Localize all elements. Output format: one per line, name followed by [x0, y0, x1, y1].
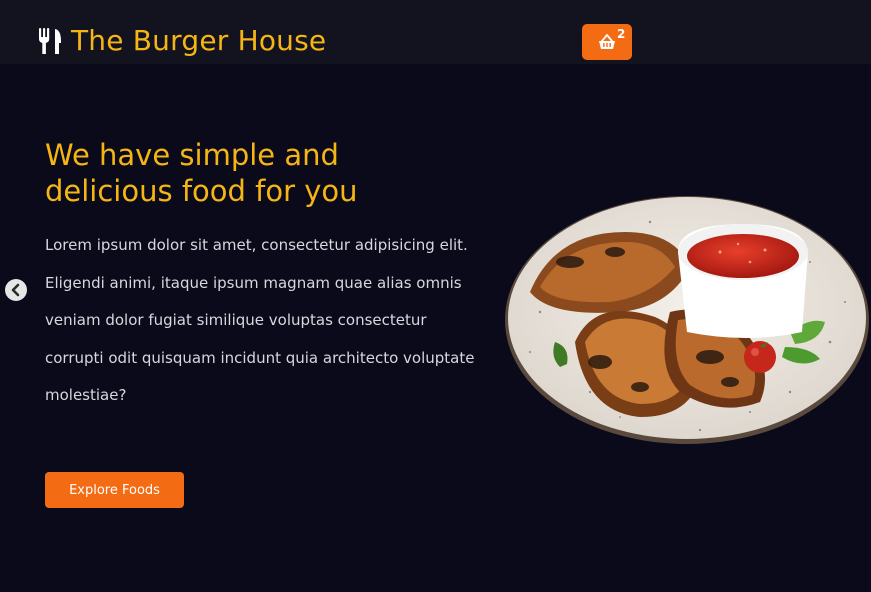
- navbar: The Burger House 2: [0, 0, 871, 64]
- brand-name: The Burger House: [71, 24, 327, 57]
- chevron-left-icon: [11, 283, 20, 297]
- slider-prev-button[interactable]: [5, 279, 27, 301]
- hero-headline: We have simple and delicious food for yo…: [45, 138, 358, 208]
- cart-count-badge: 2: [617, 27, 626, 41]
- brand[interactable]: The Burger House: [38, 22, 326, 60]
- hero-description: Lorem ipsum dolor sit amet, consectetur …: [45, 236, 475, 404]
- fork-knife-icon: [39, 28, 61, 54]
- chicken-wings-plate-image: [505, 196, 869, 444]
- cart-button[interactable]: 2: [582, 24, 632, 60]
- explore-foods-button[interactable]: Explore Foods: [45, 472, 184, 508]
- basket-icon: [599, 34, 615, 49]
